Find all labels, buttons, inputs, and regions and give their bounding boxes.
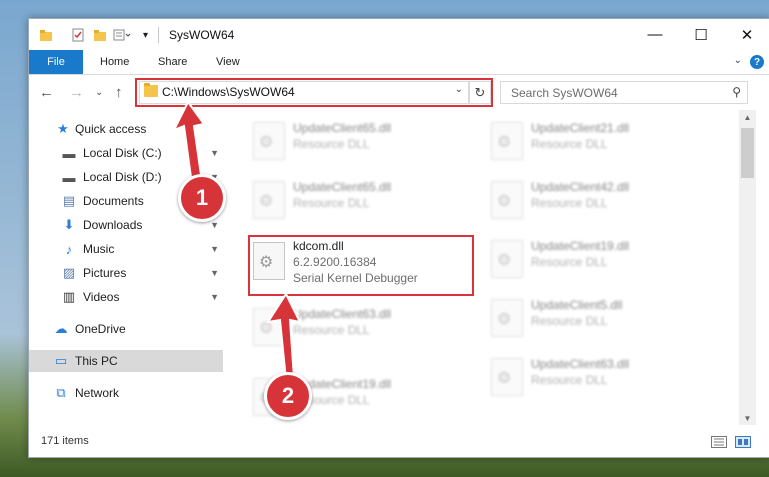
file-type: Resource DLL [531, 137, 608, 151]
list-item[interactable]: UpdateClient21.dll Resource DLL [491, 120, 711, 164]
scroll-up-icon[interactable]: ▲ [739, 110, 756, 124]
sidebar-item-label: This PC [75, 354, 118, 368]
file-type: Resource DLL [531, 314, 608, 328]
sidebar-item-label: Downloads [83, 218, 143, 232]
list-item[interactable]: UpdateClient5.dll Resource DLL [491, 297, 711, 341]
music-icon: ♪ [65, 241, 73, 257]
forward-arrow-icon[interactable]: → [69, 84, 84, 101]
tab-share[interactable]: Share [158, 50, 187, 74]
dll-file-icon [253, 181, 285, 219]
file-name: UpdateClient21.dll [531, 121, 630, 135]
dll-file-icon [491, 358, 523, 396]
explorer-window: ▾ SysWOW64 — ☐ ✕ File Home Share View ⌄ … [28, 18, 769, 458]
status-bar: 171 items [29, 429, 769, 456]
file-name: UpdateClient65.dll [293, 180, 392, 194]
pin-icon[interactable]: ▼ [210, 292, 219, 302]
sidebar-item-label: Pictures [83, 266, 127, 280]
tab-view[interactable]: View [216, 50, 240, 74]
window-title: SysWOW64 [169, 28, 235, 42]
customize-toolbar-icon[interactable] [113, 26, 131, 44]
sidebar-item-this-pc[interactable]: ▭ This PC [29, 350, 223, 372]
vertical-scrollbar[interactable]: ▲ ▼ [739, 110, 756, 425]
file-name: UpdateClient19.dll [531, 239, 630, 253]
search-box[interactable]: ⚲ [500, 81, 748, 104]
sidebar-item-label: Local Disk (C:) [83, 146, 162, 160]
dll-file-icon [491, 122, 523, 160]
dll-file-icon [491, 240, 523, 278]
title-separator [158, 27, 159, 43]
pin-icon[interactable]: ▼ [210, 244, 219, 254]
sidebar-item-label: Quick access [75, 122, 147, 136]
close-button[interactable]: ✕ [724, 19, 769, 50]
sidebar-item-label: Music [83, 242, 115, 256]
computer-icon: ▭ [54, 353, 68, 368]
list-item[interactable]: UpdateClient42.dll Resource DLL [491, 179, 711, 223]
videos-icon: ▥ [62, 289, 76, 304]
dll-file-icon [491, 299, 523, 337]
tab-file[interactable]: File [29, 50, 83, 74]
search-input[interactable] [509, 84, 713, 102]
documents-icon: ▤ [62, 193, 76, 208]
sidebar-item-onedrive[interactable]: ☁ OneDrive [29, 318, 223, 340]
star-icon: ★ [57, 121, 69, 136]
folder-icon [39, 26, 53, 44]
sidebar-item-label: Videos [83, 290, 120, 304]
sidebar-item-videos[interactable]: ▥ Videos ▼ [29, 286, 223, 308]
callout-badge-2: 2 [264, 372, 312, 420]
scrollbar-thumb[interactable] [741, 128, 754, 178]
tab-home[interactable]: Home [100, 50, 129, 74]
file-name: UpdateClient63.dll [531, 357, 630, 371]
file-type: Resource DLL [531, 196, 608, 210]
callout-arrow-2 [265, 292, 302, 382]
download-icon: ⬇ [63, 217, 75, 232]
sidebar-item-music[interactable]: ♪ Music ▼ [29, 238, 223, 260]
minimize-button[interactable]: — [632, 19, 678, 50]
quick-access-dropdown-icon[interactable]: ▾ [143, 26, 148, 44]
new-folder-icon[interactable] [93, 26, 107, 44]
properties-icon[interactable] [71, 26, 85, 44]
up-arrow-icon[interactable]: ↑ [115, 84, 123, 101]
title-bar: ▾ SysWOW64 — ☐ ✕ [29, 19, 769, 50]
dll-file-icon [491, 181, 523, 219]
item-count: 171 items [41, 435, 89, 447]
network-icon: ⧉ [56, 385, 66, 400]
pin-icon[interactable]: ▼ [210, 268, 219, 278]
details-view-icon[interactable] [711, 436, 727, 448]
file-type: Resource DLL [531, 255, 608, 269]
sidebar-item-label: Network [75, 386, 120, 400]
large-icons-view-icon[interactable] [735, 436, 751, 448]
list-item[interactable]: UpdateClient63.dll Resource DLL [491, 356, 711, 400]
drive-icon: ▬ [62, 145, 76, 161]
file-type: Resource DLL [531, 373, 608, 387]
file-highlight-box [248, 235, 474, 296]
callout-badge-1: 1 [178, 174, 226, 222]
ribbon-expand-icon[interactable]: ⌄ [734, 55, 742, 66]
list-item[interactable]: UpdateClient65.dll Resource DLL [253, 120, 473, 164]
file-name: UpdateClient65.dll [293, 121, 392, 135]
maximize-button[interactable]: ☐ [678, 19, 724, 50]
sidebar-item-label: Documents [83, 194, 144, 208]
file-type: Resource DLL [293, 196, 370, 210]
search-icon[interactable]: ⚲ [732, 85, 741, 99]
ribbon-tabs: File Home Share View ⌄ ? [29, 50, 769, 75]
file-name: UpdateClient5.dll [531, 298, 623, 312]
pictures-icon: ▨ [62, 265, 76, 280]
list-item[interactable]: UpdateClient19.dll Resource DLL [491, 238, 711, 282]
help-icon[interactable]: ? [750, 55, 764, 69]
sidebar-item-label: OneDrive [75, 322, 126, 336]
dll-file-icon [253, 122, 285, 160]
sidebar-item-label: Local Disk (D:) [83, 170, 162, 184]
scroll-down-icon[interactable]: ▼ [739, 411, 756, 425]
file-name: UpdateClient42.dll [531, 180, 630, 194]
list-item[interactable]: UpdateClient65.dll Resource DLL [253, 179, 473, 223]
back-arrow-icon[interactable]: ← [39, 84, 54, 101]
sidebar-item-network[interactable]: ⧉ Network [29, 382, 223, 404]
sidebar-item-pictures[interactable]: ▨ Pictures ▼ [29, 262, 223, 284]
file-type: Resource DLL [293, 137, 370, 151]
recent-locations-icon[interactable]: ⌄ [95, 87, 103, 98]
cloud-icon: ☁ [54, 321, 68, 336]
pin-icon[interactable]: ▼ [210, 220, 219, 230]
drive-icon: ▬ [62, 169, 76, 185]
